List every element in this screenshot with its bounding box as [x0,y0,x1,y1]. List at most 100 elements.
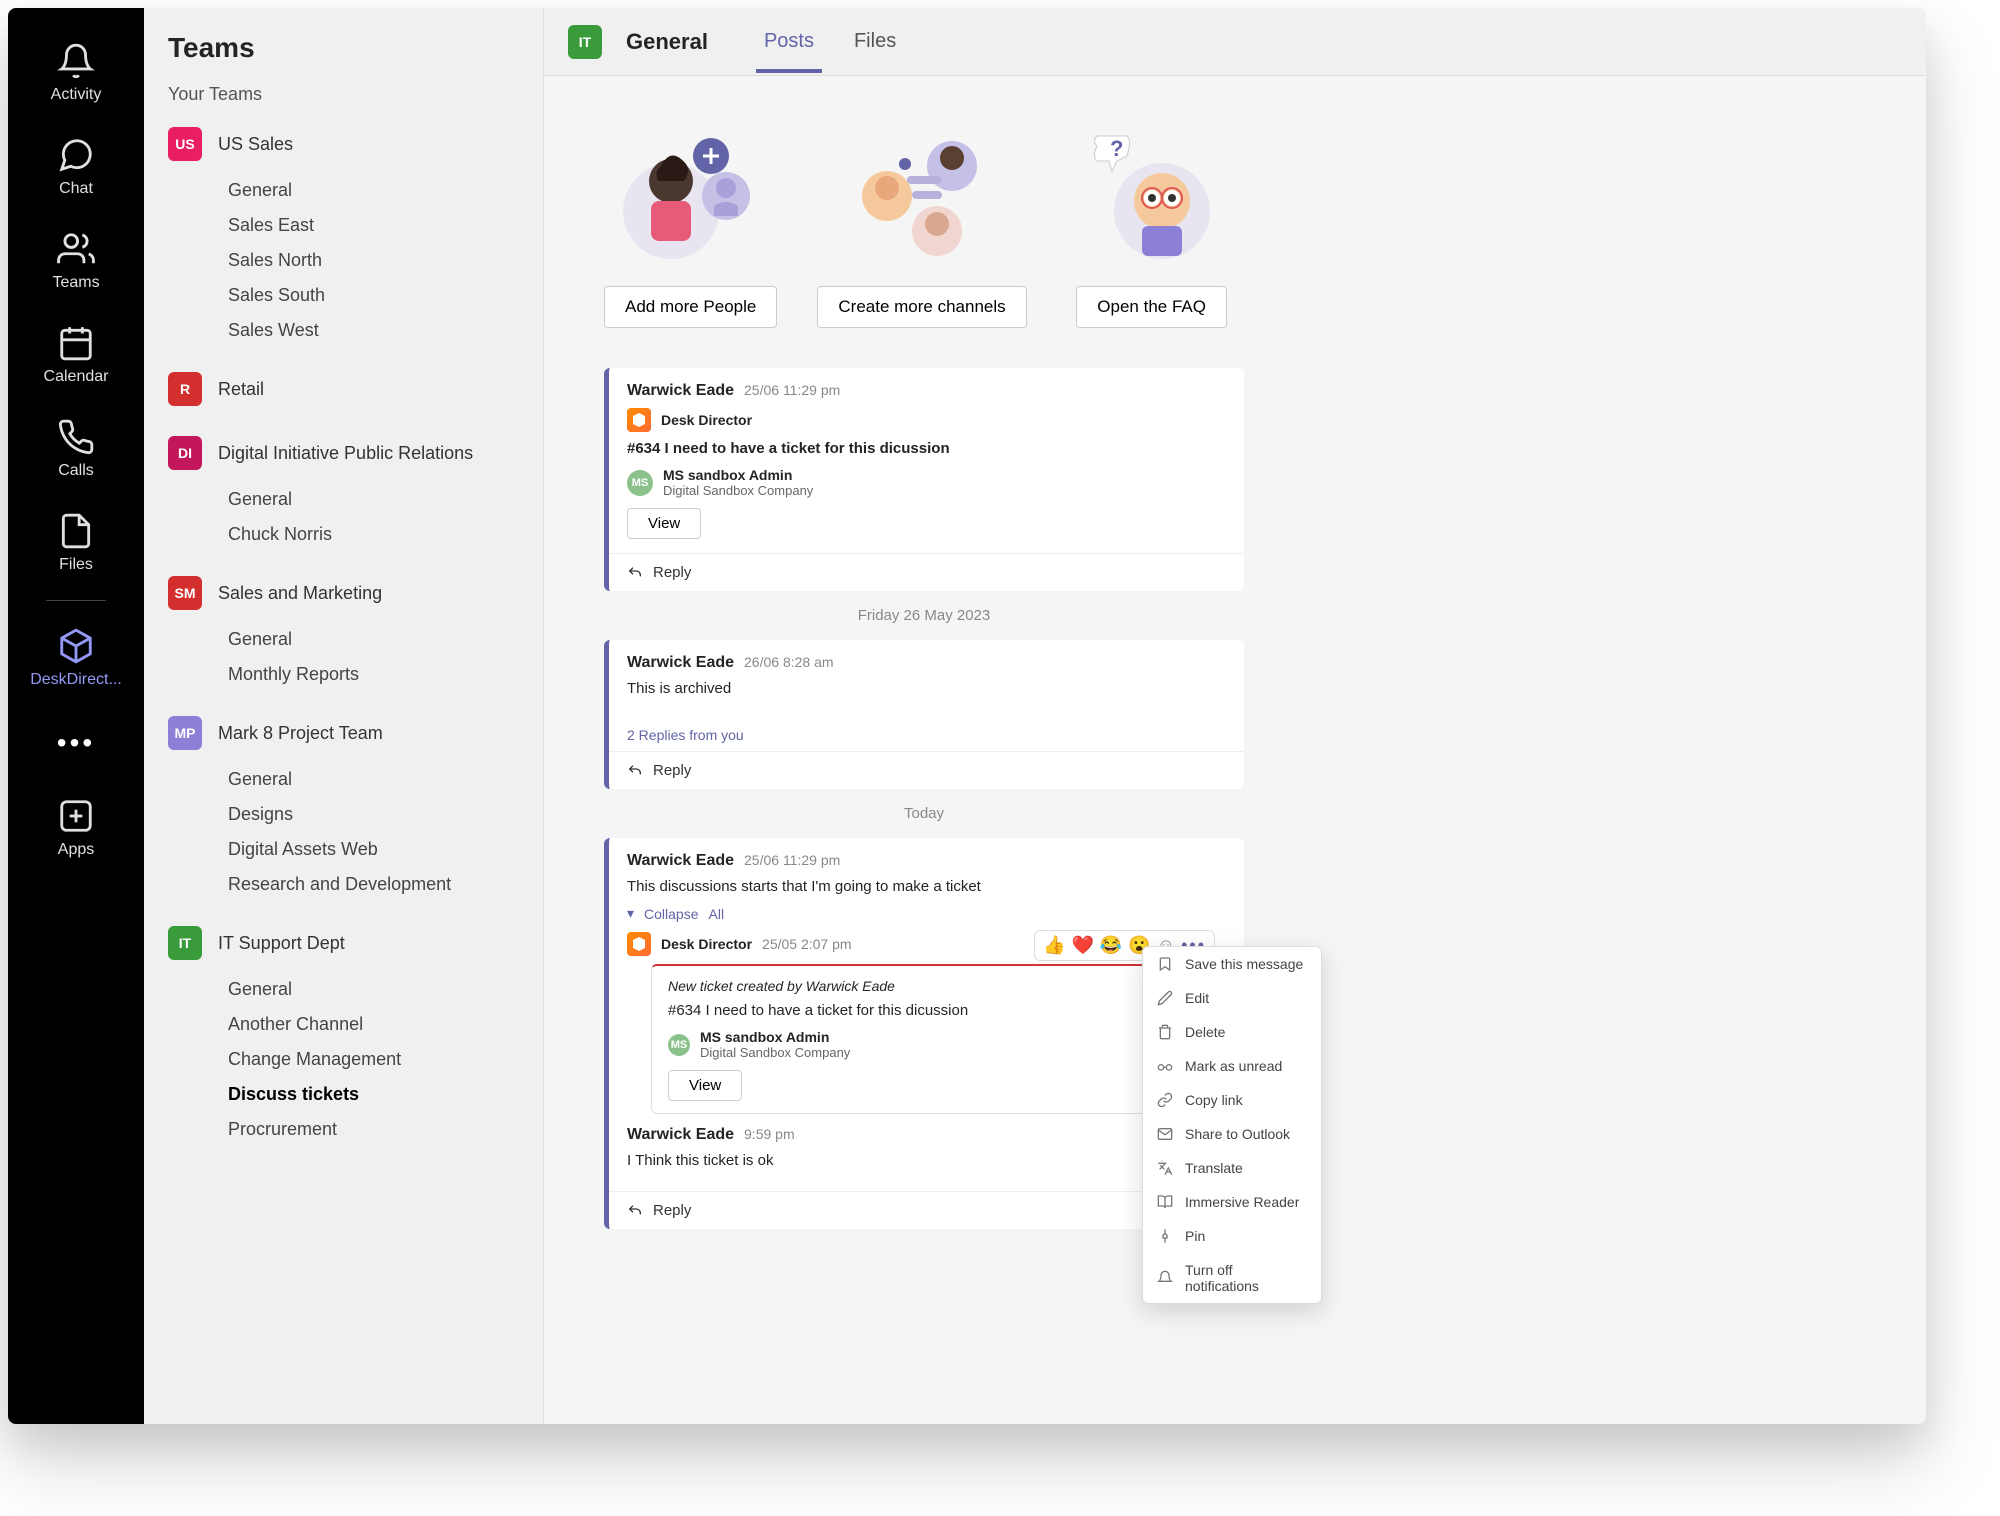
reaction-heart[interactable]: ❤️ [1071,935,1093,956]
channel-item[interactable]: Sales North [218,243,527,278]
user-avatar: MS [627,470,653,496]
post-card: Warwick Eade 25/06 11:29 pm Desk Directo… [604,368,1244,591]
nested-card: 👍 ❤️ 😂 😮 ☺ ••• Save this message Edit De… [651,964,1226,1114]
file-icon [57,512,95,550]
tab-posts[interactable]: Posts [756,10,822,73]
collapse-link[interactable]: Collapse [644,906,698,922]
rail-calls[interactable]: Calls [8,404,144,494]
reaction-laugh[interactable]: 😂 [1100,935,1122,956]
rail-divider [46,600,106,601]
ctx-save[interactable]: Save this message [1143,947,1321,981]
post-timestamp: 25/06 11:29 pm [744,852,840,868]
channel-item[interactable]: Another Channel [218,1007,527,1042]
channels-illustration [837,116,1007,266]
post-timestamp: 25/06 11:29 pm [744,382,840,398]
rail-activity[interactable]: Activity [8,28,144,118]
replies-link[interactable]: 2 Replies from you [609,719,1244,751]
channel-item[interactable]: Sales South [218,278,527,313]
rail-deskdirector[interactable]: DeskDirect... [8,613,144,703]
channel-item[interactable]: Procrurement [218,1112,527,1147]
app-window: Activity Chat Teams Calendar Calls Files… [8,8,1926,1424]
channel-item[interactable]: General [218,173,527,208]
people-illustration [606,116,776,266]
reply-button[interactable]: Reply [609,751,1244,789]
all-link[interactable]: All [709,906,725,922]
teams-sidebar: Teams Your Teams USUS SalesGeneralSales … [144,8,544,1424]
ticket-title: #634 I need to have a ticket for this di… [627,440,1226,457]
reply-icon [627,1203,643,1219]
reply-button[interactable]: Reply [609,553,1244,591]
ctx-delete[interactable]: Delete [1143,1015,1321,1049]
trash-icon [1157,1024,1173,1040]
ctx-unread[interactable]: Mark as unread [1143,1049,1321,1083]
channel-item[interactable]: Sales West [218,313,527,348]
add-people-button[interactable]: Add more People [604,286,777,328]
ctx-translate[interactable]: Translate [1143,1151,1321,1185]
post-card: Warwick Eade 25/06 11:29 pm This discuss… [604,838,1244,1229]
link-icon [1157,1092,1173,1108]
book-icon [1157,1194,1173,1210]
team-header[interactable]: RRetail [160,366,527,412]
context-menu: Save this message Edit Delete Mark as un… [1142,946,1322,1304]
translate-icon [1157,1160,1173,1176]
post-author: Warwick Eade [627,654,734,672]
team-section: ITIT Support Dept GeneralAnother ChannelC… [160,920,527,1147]
bell-off-icon [1157,1270,1173,1286]
welcome-row: Add more People Create more channels ? O… [604,116,1866,328]
navigation-rail: Activity Chat Teams Calendar Calls Files… [8,8,144,1424]
channel-item[interactable]: Sales East [218,208,527,243]
channel-item[interactable]: General [218,482,527,517]
channel-item[interactable]: Digital Assets Web [218,832,527,867]
channel-item[interactable]: Change Management [218,1042,527,1077]
open-faq-button[interactable]: Open the FAQ [1076,286,1227,328]
post-timestamp: 26/06 8:28 am [744,654,834,670]
rail-files[interactable]: Files [8,498,144,588]
rail-more[interactable]: ••• [57,707,95,779]
post-author: Warwick Eade [627,382,734,400]
main-panel: IT General Posts Files Add more People [544,8,1926,1424]
user-avatar: MS [668,1034,690,1056]
apps-icon [57,797,95,835]
app-attribution: Desk Director [627,408,1226,432]
team-name: Sales and Marketing [218,583,382,604]
team-header[interactable]: MPMark 8 Project Team [160,710,527,756]
rail-chat[interactable]: Chat [8,122,144,212]
ctx-immersive[interactable]: Immersive Reader [1143,1185,1321,1219]
team-header[interactable]: ITIT Support Dept [160,920,527,966]
team-badge: R [168,372,202,406]
rail-calendar[interactable]: Calendar [8,310,144,400]
view-button[interactable]: View [668,1070,742,1101]
ticket-title: #634 I need to have a ticket for this di… [668,1002,1209,1019]
pencil-icon [1157,990,1173,1006]
team-header[interactable]: SMSales and Marketing [160,570,527,616]
ctx-notifications[interactable]: Turn off notifications [1143,1253,1321,1303]
channel-badge: IT [568,25,602,59]
ctx-share-outlook[interactable]: Share to Outlook [1143,1117,1321,1151]
ctx-pin[interactable]: Pin [1143,1219,1321,1253]
channel-item[interactable]: General [218,972,527,1007]
rail-teams[interactable]: Teams [8,216,144,306]
view-button[interactable]: View [627,508,701,539]
team-header[interactable]: DIDigital Initiative Public Relations [160,430,527,476]
team-section: MPMark 8 Project Team GeneralDesignsDigit… [160,710,527,902]
channel-item[interactable]: General [218,622,527,657]
channel-item[interactable]: Discuss tickets [218,1077,527,1112]
channel-item[interactable]: Research and Development [218,867,527,902]
channel-item[interactable]: General [218,762,527,797]
ctx-edit[interactable]: Edit [1143,981,1321,1015]
rail-apps[interactable]: Apps [8,783,144,873]
ctx-copy-link[interactable]: Copy link [1143,1083,1321,1117]
channel-item[interactable]: Designs [218,797,527,832]
team-section: DIDigital Initiative Public Relations Gen… [160,430,527,552]
reaction-thumbsup[interactable]: 👍 [1043,935,1065,956]
team-header[interactable]: USUS Sales [160,121,527,167]
post-text: I Think this ticket is ok [627,1152,1226,1169]
deskdirector-app-icon [627,932,651,956]
channel-item[interactable]: Monthly Reports [218,657,527,692]
tab-files[interactable]: Files [846,10,904,73]
deskdirector-icon [57,627,95,665]
channel-item[interactable]: Chuck Norris [218,517,527,552]
create-channels-button[interactable]: Create more channels [817,286,1026,328]
post-timestamp: 9:59 pm [744,1126,795,1142]
bookmark-icon [1157,956,1173,972]
